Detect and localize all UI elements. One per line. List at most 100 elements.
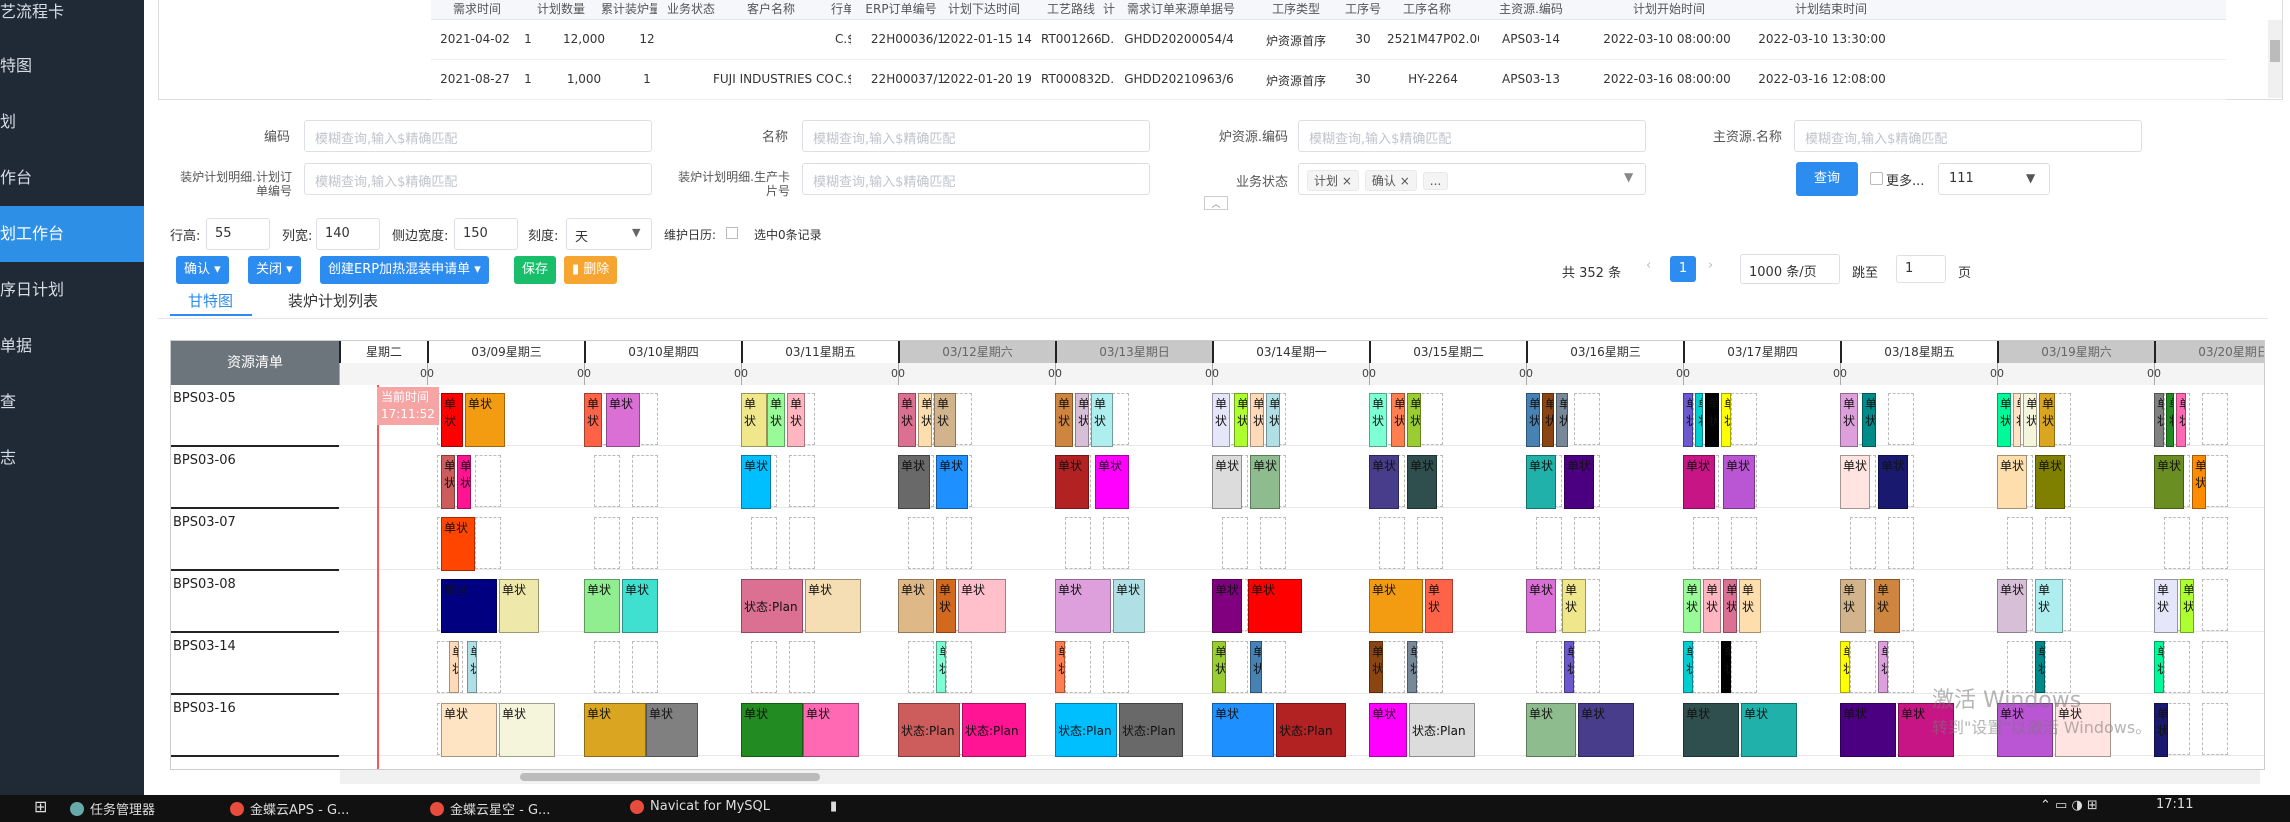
save-button[interactable]: 保存 — [514, 256, 557, 284]
taskbar-app[interactable]: 金蝶云APS - G... — [230, 799, 349, 819]
gantt-task-block[interactable]: 单状 — [1369, 579, 1423, 633]
gantt-task-block[interactable]: 单状 — [2035, 455, 2065, 509]
gantt-task-block[interactable]: 单状 — [2176, 393, 2186, 447]
gantt-task-block[interactable]: 单状 — [1212, 455, 1242, 509]
gantt-task-block[interactable]: 单状 — [1556, 393, 1568, 447]
collapse-icon[interactable]: ︿ — [1204, 196, 1228, 210]
delete-button[interactable]: ▮ 删除 — [564, 256, 618, 284]
gantt-task-block[interactable]: 单状 — [1723, 579, 1737, 633]
gantt-task-block[interactable]: 单状 — [1212, 703, 1274, 757]
col-width-input[interactable]: 140 — [316, 218, 380, 250]
gantt-task-block[interactable]: 单状 — [1234, 393, 1248, 447]
gantt-task-block[interactable]: 单状 — [646, 703, 698, 757]
gantt-task-block[interactable]: 单状 — [2023, 393, 2037, 447]
sidebar-item[interactable]: 特图 — [0, 38, 144, 94]
query-button[interactable]: 查询 — [1796, 162, 1858, 196]
sidebar-item[interactable]: 艺流程卡 — [0, 0, 144, 40]
sidebar-item[interactable]: 序日计划 — [0, 262, 144, 318]
gantt-task-block[interactable]: 单状 — [1075, 393, 1089, 447]
gantt-task-block[interactable]: 单状 — [1091, 393, 1113, 447]
status-select[interactable]: 计划 × 确认 ×... — [1298, 163, 1646, 195]
gantt-task-block[interactable]: 单状 — [1721, 393, 1731, 447]
prev-page-icon[interactable]: ‹ — [1646, 258, 1651, 273]
sidebar-item[interactable]: 单据 — [0, 318, 144, 374]
gantt-task-block[interactable]: 单状 — [1578, 703, 1634, 757]
windows-icon[interactable]: ⊞ — [34, 797, 47, 817]
gantt-task-block[interactable]: 单状 — [1369, 641, 1383, 693]
gantt-task-block[interactable]: 状态:Plan — [1119, 703, 1183, 757]
gantt-task-block[interactable]: 状态:Plan — [898, 703, 960, 757]
gantt-task-block[interactable]: 单状 — [787, 393, 805, 447]
gantt-task-block[interactable]: 单状 — [1874, 579, 1900, 633]
gantt-task-block[interactable]: 单状 — [2154, 703, 2168, 757]
gantt-task-block[interactable]: 单状 — [1840, 455, 1870, 509]
gantt-task-block[interactable]: 单状 — [1212, 641, 1226, 693]
gantt-task-block[interactable]: 单状 — [1095, 455, 1129, 509]
taskbar-app[interactable]: Navicat for MySQL — [630, 799, 770, 819]
gantt-task-block[interactable]: 单状 — [1369, 455, 1399, 509]
gantt-task-block[interactable]: 单状 — [606, 393, 640, 447]
gantt-task-block[interactable]: 单状 — [1862, 393, 1876, 447]
gantt-task-block[interactable]: 单状 — [2013, 393, 2021, 447]
gantt-task-block[interactable]: 单状 — [1564, 455, 1594, 509]
more-checkbox[interactable] — [1870, 172, 1883, 185]
gantt-task-block[interactable]: 单状 — [1212, 393, 1230, 447]
gantt-task-block[interactable]: 单状 — [1683, 455, 1715, 509]
gantt-task-block[interactable]: 单状 — [1407, 455, 1437, 509]
gantt-task-block[interactable]: 单状 — [936, 455, 968, 509]
gantt-task-block[interactable]: 单状 — [2154, 641, 2164, 693]
gantt-task-block[interactable]: 单状 — [1997, 455, 2027, 509]
main-resource-input[interactable]: 模糊查询,输入$精确匹配 — [1794, 120, 2142, 152]
gantt-task-block[interactable]: 单状 — [1683, 579, 1701, 633]
gantt-task-block[interactable]: 单状 — [499, 703, 555, 757]
gantt-task-block[interactable]: 单状 — [441, 579, 497, 633]
gantt-task-block[interactable]: 单状 — [441, 393, 463, 447]
gantt-task-block[interactable]: 单状 — [1407, 393, 1421, 447]
tab-plan-list[interactable]: 装炉计划列表 — [288, 290, 378, 311]
page-1[interactable]: 1 — [1670, 256, 1696, 282]
gantt-task-block[interactable]: 单状 — [1248, 579, 1302, 633]
gantt-task-block[interactable]: 单状 — [1705, 393, 1719, 447]
gantt-task-block[interactable]: 状态:Plan — [1055, 703, 1117, 757]
name-input[interactable]: 模糊查询,输入$精确匹配 — [802, 120, 1150, 152]
code-input[interactable]: 模糊查询,输入$精确匹配 — [304, 120, 652, 152]
close-button[interactable]: 关闭 ▾ — [248, 256, 301, 284]
gantt-task-block[interactable]: 单状 — [1391, 393, 1405, 447]
gantt-task-block[interactable]: 单状 — [1997, 579, 2027, 633]
gantt-task-block[interactable]: 单状 — [936, 641, 946, 693]
gantt-task-block[interactable]: 单状 — [1683, 393, 1693, 447]
table-row[interactable]: 2021-08-2711,0001已下达FUJI INDUSTRIES CO..… — [431, 60, 2226, 100]
gantt-task-block[interactable]: 单状 — [2192, 455, 2206, 509]
gantt-task-block[interactable]: 单状 — [441, 517, 475, 571]
gantt-task-block[interactable]: 单状 — [465, 393, 505, 447]
confirm-button[interactable]: 确认 ▾ — [176, 256, 229, 284]
gantt-task-block[interactable]: 单状 — [2166, 393, 2174, 447]
gantt-task-block[interactable]: 单状 — [1683, 703, 1739, 757]
gantt-task-block[interactable]: 单状 — [1878, 455, 1908, 509]
gantt-task-block[interactable]: 单状 — [741, 703, 803, 757]
gantt-task-block[interactable]: 单状 — [2154, 455, 2184, 509]
gantt-task-block[interactable]: 单状 — [1703, 579, 1721, 633]
goto-input[interactable]: 1 — [1896, 255, 1946, 283]
next-page-icon[interactable]: › — [1708, 258, 1713, 273]
gantt-task-block[interactable]: 单状 — [1369, 703, 1407, 757]
gantt-task-block[interactable]: 单状 — [898, 579, 934, 633]
gantt-task-block[interactable]: 单状 — [741, 393, 767, 447]
gantt-task-block[interactable]: 单状 — [1878, 641, 1888, 693]
gantt-task-block[interactable]: 单状 — [1683, 641, 1693, 693]
gantt-task-block[interactable]: 单状 — [1564, 641, 1574, 693]
gantt-task-block[interactable]: 单状 — [1425, 579, 1453, 633]
gantt-task-block[interactable]: 单状 — [1840, 703, 1896, 757]
taskbar-folder-icon[interactable]: ▮ — [830, 799, 837, 819]
gantt-task-block[interactable]: 单状 — [449, 641, 459, 693]
gantt-task-block[interactable]: 单状 — [622, 579, 658, 633]
gantt-task-block[interactable]: 单状 — [2154, 393, 2164, 447]
gantt-task-block[interactable]: 单状 — [1250, 393, 1264, 447]
gantt-task-block[interactable]: 单状 — [1113, 579, 1145, 633]
gantt-task-block[interactable]: 单状 — [499, 579, 539, 633]
gantt-task-block[interactable]: 单状 — [2180, 579, 2194, 633]
gantt-task-block[interactable]: 单状 — [2035, 579, 2063, 633]
gantt-task-block[interactable]: 单状 — [1407, 641, 1417, 693]
sidebar-item[interactable]: 作台 — [0, 150, 144, 206]
maintenance-calendar-checkbox[interactable] — [726, 227, 738, 239]
